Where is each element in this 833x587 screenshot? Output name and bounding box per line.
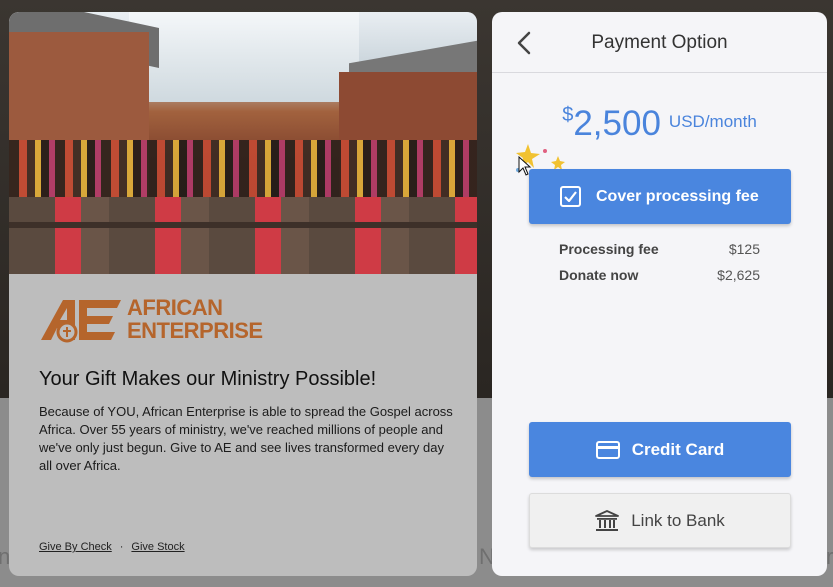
processing-fee-label: Processing fee [559,241,659,257]
panel-title: Payment Option [591,32,728,53]
cover-processing-fee-button[interactable]: Cover processing fee [529,169,791,224]
hero-photo [9,12,477,274]
link-to-bank-button[interactable]: Link to Bank [529,493,791,548]
give-by-check-link[interactable]: Give By Check [39,541,112,553]
link-separator: · [119,541,124,553]
processing-fee-value: $125 [728,241,760,257]
card-description: Because of YOU, African Enterprise is ab… [39,404,453,473]
african-enterprise-logo: AFRICAN ENTERPRISE [41,295,263,344]
donate-now-value: $2,625 [717,267,760,283]
payment-option-panel: Payment Option $2,500 USD/month Cover pro… [492,12,827,576]
checkmark-icon [564,191,577,202]
credit-card-icon [595,440,620,459]
card-title: Your Gift Makes our Ministry Possible! [39,368,377,390]
panel-header: Payment Option [492,12,827,73]
processing-fee-row: Processing fee $125 [559,241,760,257]
amount-value: 2,500 [573,104,661,143]
credit-card-button[interactable]: Credit Card [529,422,791,477]
currency-symbol: $ [562,104,574,126]
amount-frequency: USD/month [668,112,757,131]
give-stock-link[interactable]: Give Stock [131,541,184,553]
ae-logo-icon [41,300,121,343]
logo-word-line1: AFRICAN [127,295,223,320]
donate-now-row: Donate now $2,625 [559,267,760,283]
alternative-give-links: Give By Check · Give Stock [39,541,185,553]
background-text-fragment: r [826,544,833,569]
credit-card-label: Credit Card [631,439,725,459]
link-to-bank-label: Link to Bank [631,510,725,530]
donate-now-label: Donate now [559,267,639,283]
checkbox-icon[interactable] [560,186,581,207]
cover-fee-label: Cover processing fee [596,187,759,205]
info-card: AFRICAN ENTERPRISE Your Gift Makes our M… [9,12,477,576]
bank-icon [595,509,620,532]
donation-amount: $2,500 USD/month [492,104,827,144]
logo-word-line2: ENTERPRISE [127,318,263,343]
